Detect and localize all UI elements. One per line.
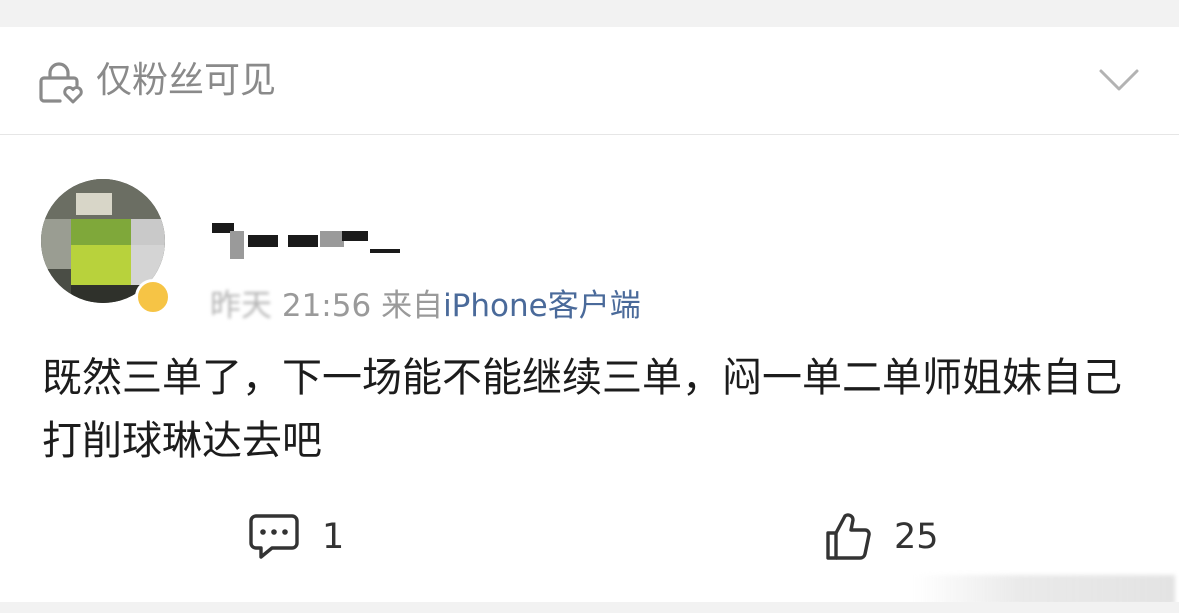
- comment-count: 1: [322, 517, 345, 557]
- page-background: [0, 0, 1179, 27]
- thumbs-up-icon: [826, 513, 871, 560]
- post-day: 昨天: [210, 288, 272, 324]
- post-time: 21:56: [281, 288, 372, 324]
- like-count: 25: [894, 517, 939, 557]
- post-source[interactable]: iPhone客户端: [443, 288, 641, 324]
- verified-badge: [135, 279, 171, 315]
- username-redacted[interactable]: [208, 213, 408, 259]
- post-meta: 昨天 21:56 来自iPhone客户端: [210, 284, 641, 328]
- avatar[interactable]: [41, 179, 173, 315]
- visibility-bar[interactable]: 仅粉丝可见: [0, 27, 1179, 135]
- lock-heart-icon: [39, 62, 83, 104]
- like-button[interactable]: 25: [824, 507, 939, 567]
- comment-icon: [249, 514, 299, 559]
- watermark: [915, 575, 1175, 605]
- post-card: 仅粉丝可见 昨天 21:56 来自iPhone客户端 既然三单了，下一场能不能继…: [0, 27, 1179, 605]
- comment-button[interactable]: 1: [248, 507, 344, 567]
- chevron-down-icon[interactable]: [1098, 67, 1140, 93]
- page-background-bottom: [0, 602, 1179, 613]
- post-body: 既然三单了，下一场能不能继续三单，闷一单二单师姐妹自己打削球琳达去吧: [42, 355, 1122, 464]
- visibility-label: 仅粉丝可见: [96, 60, 277, 101]
- source-prefix: 来自: [381, 288, 444, 324]
